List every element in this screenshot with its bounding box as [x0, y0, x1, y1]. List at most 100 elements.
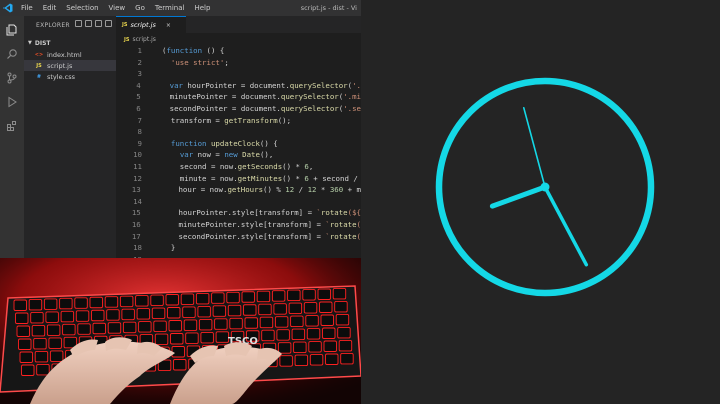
- file-item-index-html[interactable]: <> index.html: [24, 49, 116, 60]
- line-number: 9: [137, 138, 142, 148]
- code-text: minutePointer.style[transform] = `rotate…: [160, 220, 361, 229]
- code-line: 2 'use strict';: [116, 57, 361, 68]
- code-text: secondPointer.style[transform] = `rotate…: [160, 231, 361, 241]
- collapse-all-icon[interactable]: [105, 20, 112, 27]
- keyboard-key: [62, 323, 76, 336]
- keyboard-key: [48, 337, 62, 349]
- keyboard-key: [211, 292, 225, 304]
- new-file-icon[interactable]: [75, 20, 82, 27]
- line-number: 2: [137, 57, 142, 67]
- search-icon[interactable]: [4, 46, 20, 62]
- keyboard-key: [287, 289, 301, 302]
- tab-label: script.js: [130, 21, 156, 29]
- keyboard-key: [197, 305, 211, 318]
- keyboard-key: [89, 296, 103, 309]
- code-text: var now = new Date(),: [179, 150, 274, 160]
- menu-file[interactable]: File: [16, 4, 38, 12]
- keyboard-key: [323, 340, 337, 352]
- code-line: 13 hour = now.getHours() % 12 / 12 * 360…: [116, 184, 361, 195]
- run-debug-icon[interactable]: [4, 94, 20, 110]
- folder-dist[interactable]: ▼ DIST: [24, 38, 116, 48]
- menu-selection[interactable]: Selection: [61, 4, 103, 12]
- code-text: second = now.getSeconds() * 6,: [162, 162, 314, 171]
- keyboard-key: [170, 333, 184, 345]
- code-line: 9 function updateClock() {: [116, 138, 361, 149]
- keyboard-key: [256, 290, 271, 303]
- keyboard-key: [279, 355, 293, 367]
- menu-go[interactable]: Go: [130, 4, 150, 12]
- code-editor-window: File Edit Selection View Go Terminal Hel…: [0, 0, 361, 404]
- chevron-down-icon: ▼: [28, 40, 32, 46]
- keyboard-key: [165, 294, 179, 306]
- keyboard-key: [31, 324, 46, 337]
- js-file-icon: JS: [36, 62, 42, 69]
- line-number: 4: [136, 80, 141, 90]
- keyboard-key: [338, 339, 353, 352]
- menu-view[interactable]: View: [104, 4, 131, 12]
- keyboard-key: [325, 353, 339, 365]
- keyboard-key: [214, 318, 228, 330]
- keyboard-key: [135, 295, 149, 307]
- keyboard-key: [227, 304, 242, 317]
- keyboard-key: [180, 293, 195, 305]
- keyboard-key: [198, 318, 213, 331]
- analog-clock-preview: [361, 0, 720, 404]
- refresh-icon[interactable]: [95, 20, 102, 27]
- keyboard-key: [153, 320, 167, 332]
- line-number: 7: [137, 115, 142, 125]
- keyboard-key: [173, 359, 187, 371]
- keyboard-key: [291, 328, 306, 341]
- code-text: function updateClock() {: [170, 138, 278, 148]
- code-line: 1 (function () {: [116, 45, 361, 56]
- window-title: script.js - dist - Vi: [300, 4, 357, 12]
- breadcrumb: JS script.js: [116, 34, 361, 45]
- keyboard-key: [49, 350, 64, 362]
- menu-terminal[interactable]: Terminal: [150, 4, 190, 12]
- keyboard-key: [122, 321, 137, 334]
- explorer-header: EXPLORER: [36, 22, 70, 29]
- clock-center-pin: [540, 182, 550, 192]
- line-number: 3: [137, 69, 142, 79]
- js-file-icon: JS: [124, 36, 130, 43]
- line-number: 18: [133, 243, 142, 253]
- line-number: 8: [137, 127, 142, 137]
- file-name: style.css: [47, 72, 75, 81]
- keyboard-key: [200, 331, 214, 344]
- line-number: 6: [136, 104, 141, 113]
- extensions-icon[interactable]: [4, 118, 20, 134]
- keyboard-key: [294, 354, 309, 367]
- menu-help[interactable]: Help: [189, 4, 215, 12]
- source-control-icon[interactable]: [4, 70, 20, 86]
- file-item-style-css[interactable]: # style.css: [24, 71, 116, 82]
- keyboard-key: [59, 297, 73, 310]
- html-file-icon: <>: [34, 51, 44, 58]
- keyboard-key: [77, 323, 91, 335]
- keyboard-key: [75, 310, 90, 322]
- line-number: 12: [133, 173, 142, 183]
- code-line: 17 secondPointer.style[transform] = `rot…: [116, 231, 361, 242]
- keyboard-key: [104, 296, 119, 308]
- menu-edit[interactable]: Edit: [38, 4, 62, 12]
- keyboard-key: [74, 297, 88, 309]
- file-item-script-js[interactable]: JS script.js: [24, 60, 116, 71]
- keyboard-key: [34, 350, 49, 363]
- new-folder-icon[interactable]: [85, 20, 92, 27]
- keyboard-key: [332, 288, 347, 300]
- line-number: 1: [137, 46, 142, 55]
- close-icon[interactable]: ×: [166, 22, 171, 29]
- code-line: 12 minute = now.getMinutes() * 6 + secon…: [116, 173, 361, 184]
- vscode-logo-icon: [0, 0, 16, 16]
- code-line: 3: [116, 68, 361, 79]
- keyboard-key: [243, 304, 257, 316]
- code-line: 10 var now = new Date(),: [116, 149, 361, 160]
- breadcrumb-item[interactable]: script.js: [132, 36, 155, 43]
- code-line: 11 second = now.getSeconds() * 6,: [116, 161, 361, 172]
- explorer-icon[interactable]: [4, 22, 20, 38]
- code-line: 4 var hourPointer = document.querySelect…: [116, 80, 361, 91]
- tab-script-js[interactable]: JS script.js ×: [116, 16, 186, 33]
- keyboard-key: [154, 333, 169, 346]
- keyboard-typing-photo: TSCO: [0, 258, 361, 404]
- code-line: 18 }: [116, 242, 361, 253]
- keyboard-key: [288, 302, 303, 315]
- line-number: 10: [133, 150, 142, 160]
